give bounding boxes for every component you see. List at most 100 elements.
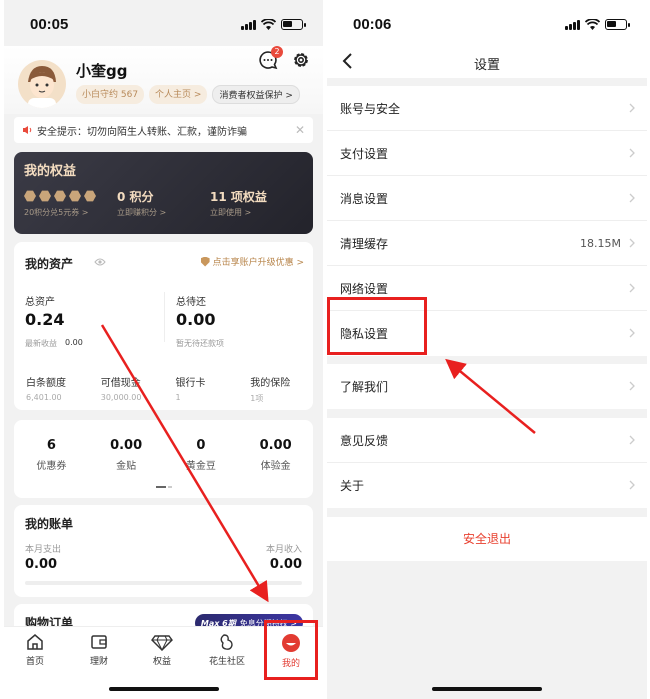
wifi-icon	[261, 19, 276, 30]
total-repay-label: 总待还	[176, 297, 206, 308]
eye-icon[interactable]	[94, 256, 106, 268]
spend-value: 0.00	[25, 557, 58, 572]
settings-item-clear-cache[interactable]: 清理缓存 18.15M	[327, 221, 647, 266]
settings-item-about[interactable]: 关于	[327, 463, 647, 508]
user-name: 小奎gg	[76, 62, 128, 80]
credit-limit-item[interactable]: 白条额度 6,401.00	[14, 374, 89, 404]
item-value: 0.00	[259, 438, 292, 453]
page-title: 设置	[473, 58, 500, 73]
peanut-icon	[220, 634, 233, 650]
user-chips: 小白守约 567 个人主页 > 消费者权益保护 >	[76, 85, 300, 104]
settings-group-feedback: 意见反馈 关于	[327, 418, 647, 508]
settings-item-account-security[interactable]: 账号与安全	[327, 86, 647, 131]
battery-icon	[281, 19, 306, 30]
chevron-right-icon	[629, 193, 635, 203]
item-label: 意见反馈	[340, 433, 389, 448]
tab-rights[interactable]: 权益	[137, 633, 187, 667]
item-label: 白条额度	[26, 378, 66, 389]
diamond-icon	[151, 635, 173, 651]
my-assets-card: 我的资产 点击享账户升级优惠 > 总资产 0.24 最新收益 0.00 总待还 …	[14, 242, 313, 410]
wifi-icon	[585, 19, 600, 30]
consumer-protection-chip[interactable]: 消费者权益保护 >	[212, 85, 300, 104]
tab-label: 花生社区	[208, 657, 245, 667]
status-icons	[565, 19, 630, 30]
chevron-right-icon	[629, 381, 635, 391]
message-badge: 2	[271, 46, 283, 58]
divider	[164, 292, 165, 342]
tab-community[interactable]: 花生社区	[202, 633, 252, 667]
benefits-value: 11 项权益	[210, 189, 267, 204]
tab-finance[interactable]: 理财	[74, 633, 124, 667]
insurance-item[interactable]: 我的保险 1项	[238, 374, 313, 404]
tab-label: 首页	[25, 657, 44, 667]
rights-title: 我的权益	[24, 164, 77, 179]
rights-points[interactable]: 0 积分 立即赚积分 >	[117, 187, 210, 218]
medal-icon	[54, 190, 66, 202]
bill-title: 我的账单	[25, 517, 74, 531]
assets-grid: 白条额度 6,401.00 可借现金 30,000.00 银行卡 1 我的保险 1项	[14, 374, 313, 404]
close-icon[interactable]: ✕	[295, 123, 305, 137]
total-assets-value[interactable]: 0.24	[25, 310, 64, 329]
status-bar: 00:06	[327, 0, 647, 46]
status-icons	[241, 19, 306, 30]
signal-icon	[565, 20, 580, 30]
medal-icon	[39, 190, 51, 202]
rights-medal-icons	[24, 187, 117, 205]
points-value: 0 积分	[117, 189, 154, 204]
total-repay-value[interactable]: 0.00	[176, 310, 215, 329]
item-value: 6	[46, 438, 56, 453]
homepage-chip[interactable]: 个人主页 >	[149, 85, 208, 104]
settings-item-feedback[interactable]: 意见反馈	[327, 418, 647, 463]
screenshot-root: 00:05 小奎gg 小白守约 567 个人主页 > 消费者权益保护 > 2 安…	[0, 0, 650, 699]
points-link: 立即赚积分 >	[117, 208, 167, 217]
signal-icon	[241, 20, 256, 30]
item-label: 网络设置	[340, 281, 389, 296]
total-assets-label: 总资产	[25, 297, 55, 308]
item-value: 6,401.00	[26, 393, 62, 402]
income-label: 本月收入	[265, 545, 302, 555]
coupon-item[interactable]: 6 优惠券	[14, 438, 89, 472]
status-time: 00:06	[353, 16, 392, 33]
home-indicator	[432, 687, 542, 691]
settings-item-about-us[interactable]: 了解我们	[327, 364, 647, 409]
cash-loan-item[interactable]: 可借现金 30,000.00	[89, 374, 164, 404]
bank-card-item[interactable]: 银行卡 1	[164, 374, 239, 404]
rights-coupons[interactable]: 20积分兑5元券 >	[24, 187, 117, 218]
page-indicator	[155, 486, 172, 488]
tab-label: 权益	[152, 657, 171, 667]
upgrade-link[interactable]: 点击享账户升级优惠 >	[200, 255, 304, 268]
trial-fund-item[interactable]: 0.00 体验金	[238, 438, 313, 472]
logout-button[interactable]: 安全退出	[327, 517, 647, 561]
rights-coupon-text: 20积分兑5元券 >	[24, 208, 89, 217]
jintie-item[interactable]: 0.00 金贴	[89, 438, 164, 472]
latest-income-value: 0.00	[65, 338, 83, 347]
assets-title: 我的资产	[25, 257, 74, 271]
gear-icon[interactable]	[291, 50, 311, 70]
spend-label: 本月支出	[25, 545, 62, 555]
credit-score-chip[interactable]: 小白守约 567	[76, 85, 145, 104]
notice-text: 安全提示：切勿向陌生人转账、汇款，谨防诈骗	[37, 126, 247, 138]
rights-benefits[interactable]: 11 项权益 立即使用 >	[210, 187, 303, 218]
chevron-right-icon	[629, 238, 635, 248]
item-label: 了解我们	[340, 380, 389, 394]
security-notice: 安全提示：切勿向陌生人转账、汇款，谨防诈骗 ✕	[14, 117, 313, 143]
my-rights-card[interactable]: 我的权益 20积分兑5元券 > 0 积分 立即赚积分 > 11 项权益 立即使用…	[14, 152, 313, 234]
my-bill-card[interactable]: 我的账单 本月支出 0.00 本月收入 0.00	[14, 505, 313, 597]
settings-item-payment[interactable]: 支付设置	[327, 131, 647, 176]
tab-home[interactable]: 首页	[10, 633, 60, 667]
upgrade-text: 点击享账户升级优惠 >	[212, 258, 304, 268]
nav-bar: 设置	[327, 46, 647, 78]
item-value: 1	[175, 393, 181, 402]
medal-icon	[24, 190, 36, 202]
status-bar: 00:05	[4, 0, 323, 46]
gold-bean-item[interactable]: 0 黄金豆	[164, 438, 239, 472]
item-value: 0.00	[110, 438, 143, 453]
avatar[interactable]	[18, 60, 66, 108]
item-label: 体验金	[260, 461, 291, 472]
highlight-box-mine-tab	[264, 620, 318, 680]
bill-progress-bar	[25, 581, 302, 585]
medal-icon	[84, 190, 96, 202]
tab-label: 理财	[89, 657, 108, 667]
chevron-right-icon	[629, 480, 635, 490]
settings-item-messages[interactable]: 消息设置	[327, 176, 647, 221]
